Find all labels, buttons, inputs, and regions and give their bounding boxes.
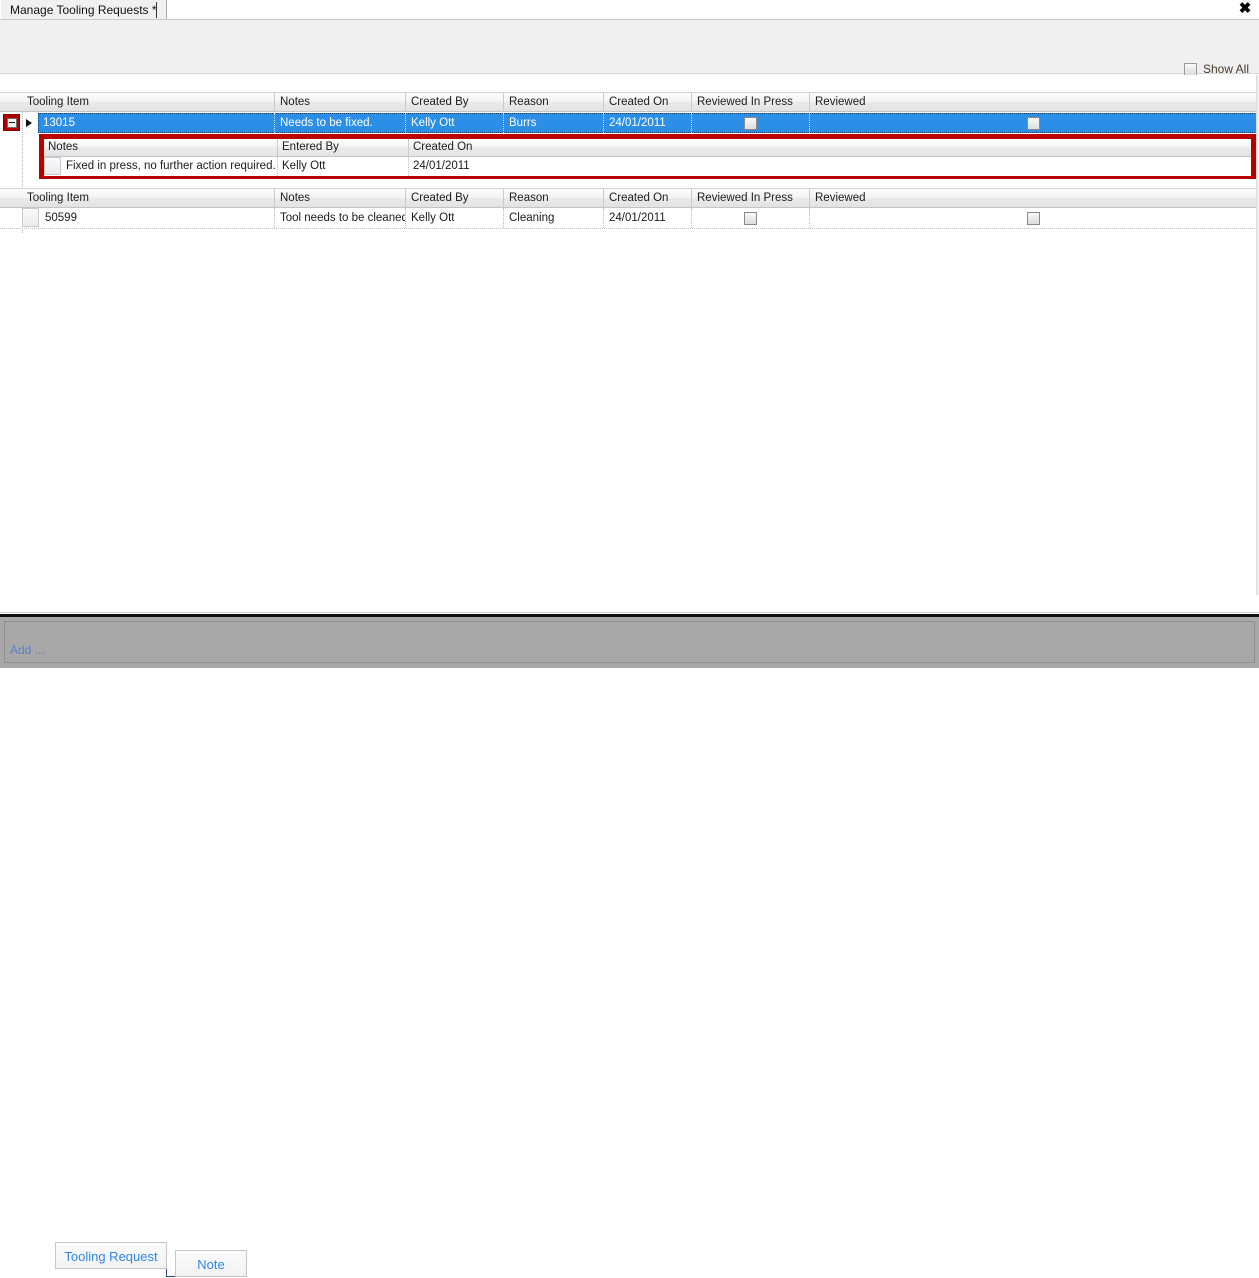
minus-icon <box>6 117 17 128</box>
cell-reviewed-in-press[interactable] <box>692 113 810 133</box>
cell-reviewed[interactable] <box>810 208 1257 228</box>
tab-label: Manage Tooling Requests * <box>10 3 157 17</box>
add-label: Add ... <box>10 643 45 657</box>
column-header-created-by-2[interactable]: Created By <box>406 189 504 208</box>
detail-column-header-created-on[interactable]: Created On <box>409 139 1251 156</box>
cell-tooling-item: 13015 <box>38 113 275 133</box>
detail-cell-notes: Fixed in press, no further action requir… <box>62 157 278 176</box>
column-header-reviewed-in-press-2[interactable]: Reviewed In Press <box>692 189 810 208</box>
cell-tooling-item: 50599 <box>40 208 275 228</box>
row-separator <box>0 228 1259 229</box>
close-icon[interactable]: ✖ <box>1237 1 1253 17</box>
detail-cell-created-on: 24/01/2011 <box>413 160 470 172</box>
detail-cell-entered-by: Kelly Ott <box>278 157 409 176</box>
add-note-button[interactable]: Note <box>175 1250 247 1277</box>
detail-row-stub <box>44 157 61 175</box>
detail-grid-header-row: Notes Entered By Created On <box>44 139 1251 157</box>
column-header-created-on-2[interactable]: Created On <box>604 189 692 208</box>
column-header-reviewed-2[interactable]: Reviewed <box>810 189 1257 208</box>
column-header-reviewed-in-press[interactable]: Reviewed In Press <box>692 93 810 112</box>
column-header-created-by[interactable]: Created By <box>406 93 504 112</box>
column-header-reason-2[interactable]: Reason <box>504 189 604 208</box>
show-all-checkbox[interactable] <box>1183 62 1197 76</box>
command-bar: Show All <box>0 20 1259 76</box>
show-all-toggle[interactable]: Show All <box>1183 62 1249 76</box>
column-header-reviewed[interactable]: Reviewed <box>810 93 1257 112</box>
cell-reason: Burrs <box>504 113 604 133</box>
tab-text-caret <box>156 2 157 18</box>
reviewed-in-press-checkbox[interactable] <box>744 116 757 130</box>
column-header-tooling-item-2[interactable]: Tooling Item <box>22 189 275 208</box>
cell-reviewed-in-press[interactable] <box>692 208 810 228</box>
show-all-label: Show All <box>1202 62 1249 76</box>
reviewed-checkbox[interactable] <box>1027 116 1040 130</box>
detail-table-row[interactable]: Fixed in press, no further action requir… <box>44 157 1251 176</box>
column-header-created-on[interactable]: Created On <box>604 93 692 112</box>
add-tooling-request-label: Tooling Request <box>64 1249 158 1264</box>
column-header-tooling-item[interactable]: Tooling Item <box>22 93 275 112</box>
detail-column-header-entered-by[interactable]: Entered By <box>278 139 409 156</box>
tab-strip: Manage Tooling Requests * ✖ <box>0 0 1259 20</box>
bottom-action-bar-panel <box>4 621 1255 663</box>
cell-created-by: Kelly Ott <box>406 113 504 133</box>
column-header-notes-2[interactable]: Notes <box>275 189 406 208</box>
cell-reason: Cleaning <box>504 208 604 228</box>
add-note-label: Note <box>197 1257 225 1272</box>
cell-notes: Needs to be fixed. <box>275 113 406 133</box>
reviewed-in-press-checkbox[interactable] <box>744 211 757 225</box>
table-row[interactable]: 13015 Needs to be fixed. Kelly Ott Burrs… <box>38 113 1257 133</box>
grid-header-row-second: Tooling Item Notes Created By Reason Cre… <box>0 188 1259 208</box>
grid-header-row: Tooling Item Notes Created By Reason Cre… <box>0 92 1259 112</box>
detail-column-header-notes[interactable]: Notes <box>44 139 278 156</box>
row-stub <box>22 208 39 227</box>
reviewed-checkbox[interactable] <box>1027 211 1040 225</box>
tab-manage-tooling-requests[interactable]: Manage Tooling Requests * <box>1 0 167 19</box>
cell-reviewed[interactable] <box>810 113 1257 133</box>
column-header-reason[interactable]: Reason <box>504 93 604 112</box>
add-tooling-request-button[interactable]: Tooling Request <box>55 1242 167 1269</box>
table-row[interactable]: 50599 Tool needs to be cleaned Kelly Ott… <box>22 208 1257 228</box>
cell-created-on: 24/01/2011 <box>604 113 692 133</box>
cell-created-on: 24/01/2011 <box>604 208 692 228</box>
cell-created-by: Kelly Ott <box>406 208 504 228</box>
note-detail-grid-highlighted: Notes Entered By Created On Fixed in pre… <box>39 134 1256 179</box>
column-header-notes[interactable]: Notes <box>275 93 406 112</box>
current-row-indicator-icon <box>26 119 32 127</box>
bottom-action-bar: Add ... Tooling Request Note <box>0 614 1259 1277</box>
cell-notes: Tool needs to be cleaned <box>275 208 406 228</box>
tooling-requests-grid: Tooling Item Notes Created By Reason Cre… <box>0 75 1259 613</box>
row-expander-collapse-button[interactable] <box>3 114 20 131</box>
